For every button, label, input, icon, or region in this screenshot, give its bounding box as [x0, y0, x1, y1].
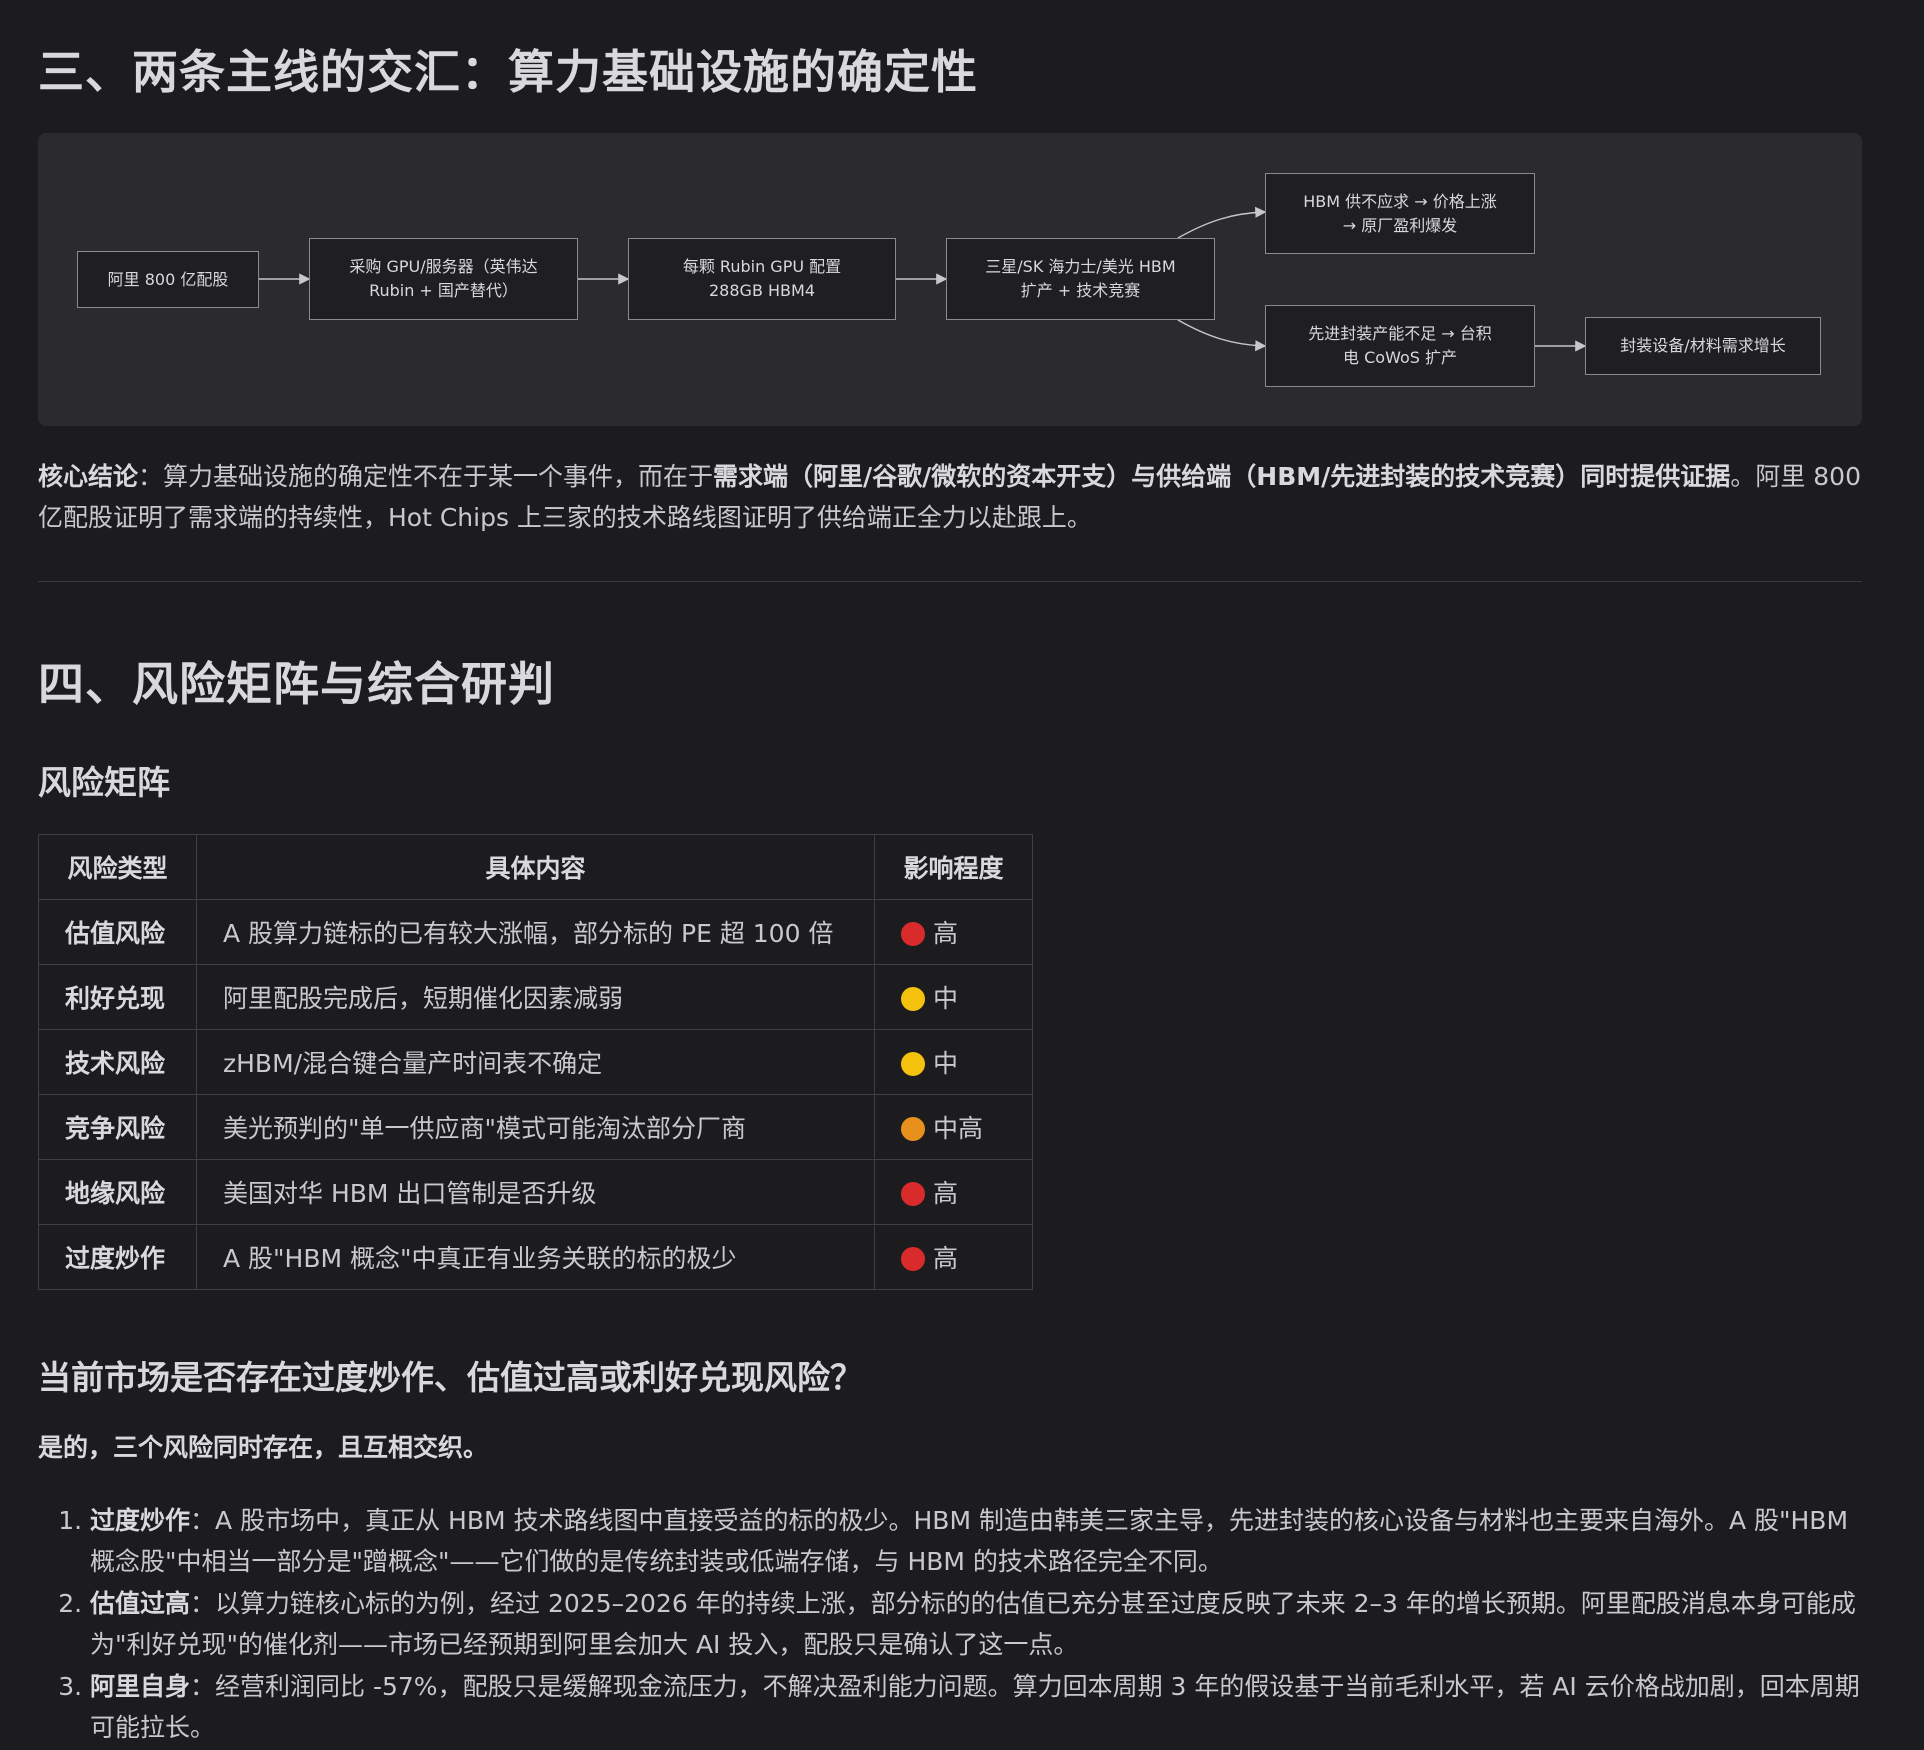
list-item: 估值过高：以算力链核心标的为例，经过 2025–2026 年的持续上涨，部分标的…: [90, 1583, 1862, 1665]
divider: [38, 581, 1862, 582]
point-sep: ：: [190, 1506, 216, 1535]
risk-matrix-title: 风险矩阵: [38, 763, 170, 802]
flow-node-gpu-purchase: 采购 GPU/服务器（英伟达 Rubin + 国产替代）: [309, 238, 578, 320]
impact-dot-icon: [901, 1182, 925, 1206]
impact-level: 中: [933, 1049, 959, 1078]
header-content: 具体内容: [196, 834, 875, 900]
table-row: 技术风险 zHBM/混合键合量产时间表不确定 中: [38, 1029, 1033, 1095]
table-row: 利好兑现 阿里配股完成后，短期催化因素减弱 中: [38, 964, 1033, 1030]
impact-dot-icon: [901, 922, 925, 946]
point-label: 过度炒作: [90, 1506, 191, 1535]
risk-impact-cell: 高: [874, 1159, 1033, 1225]
impact-level: 中: [933, 984, 959, 1013]
impact-dot-icon: [901, 1247, 925, 1271]
core-conclusion-bold: 需求端（阿里/谷歌/微软的资本开支）与供给端（HBM/先进封装的技术竞赛）同时提…: [713, 462, 1731, 491]
table-row: 地缘风险 美国对华 HBM 出口管制是否升级 高: [38, 1159, 1033, 1225]
risk-impact-cell: 高: [874, 1224, 1033, 1290]
header-risk-type: 风险类型: [38, 834, 197, 900]
risk-matrix-table: 风险类型 具体内容 影响程度 估值风险 A 股算力链标的已有较大涨幅，部分标的 P…: [38, 834, 1033, 1290]
risk-type-cell: 竞争风险: [38, 1094, 197, 1160]
risk-content-cell: 美国对华 HBM 出口管制是否升级: [196, 1159, 875, 1225]
answer-text: 是的，三个风险同时存在，且互相交织。: [38, 1433, 489, 1462]
section-4-title: 四、风险矩阵与综合研判: [38, 657, 555, 711]
point-text: 经营利润同比 -57%，配股只是缓解现金流压力，不解决盈利能力问题。算力回本周期…: [90, 1672, 1860, 1742]
risk-content-cell: 阿里配股完成后，短期催化因素减弱: [196, 964, 875, 1030]
flow-node-hbm-expansion: 三星/SK 海力士/美光 HBM 扩产 + 技术竞赛: [946, 238, 1215, 320]
risk-content-cell: 美光预判的"单一供应商"模式可能淘汰部分厂商: [196, 1094, 875, 1160]
point-text: 以算力链核心标的为例，经过 2025–2026 年的持续上涨，部分标的的估值已充…: [90, 1589, 1856, 1659]
risk-impact-cell: 高: [874, 899, 1033, 965]
flow-node-hbm-shortage: HBM 供不应求 → 价格上涨 → 原厂盈利爆发: [1265, 173, 1535, 254]
impact-dot-icon: [901, 1117, 925, 1141]
risk-points-list: 过度炒作：A 股市场中，真正从 HBM 技术路线图中直接受益的标的极少。HBM …: [38, 1500, 1862, 1749]
flow-diagram: 阿里 800 亿配股 采购 GPU/服务器（英伟达 Rubin + 国产替代） …: [38, 133, 1862, 426]
arrow-4: [1177, 206, 1267, 239]
point-sep: ：: [190, 1672, 216, 1701]
impact-level: 中高: [933, 1114, 984, 1143]
risk-type-cell: 利好兑现: [38, 964, 197, 1030]
impact-dot-icon: [901, 987, 925, 1011]
risk-type-cell: 估值风险: [38, 899, 197, 965]
list-item: 阿里自身：经营利润同比 -57%，配股只是缓解现金流压力，不解决盈利能力问题。算…: [90, 1666, 1862, 1748]
impact-level: 高: [933, 919, 959, 948]
section-3-title: 三、两条主线的交汇：算力基础设施的确定性: [38, 45, 978, 99]
question-title: 当前市场是否存在过度炒作、估值过高或利好兑现风险？: [38, 1358, 863, 1397]
core-conclusion-sep: ：: [138, 462, 164, 491]
core-conclusion-text-1: 算力基础设施的确定性不在于某一个事件，而在于: [163, 462, 714, 491]
core-conclusion-label: 核心结论: [38, 462, 139, 491]
risk-content-cell: zHBM/混合键合量产时间表不确定: [196, 1029, 875, 1095]
risk-content-cell: A 股算力链标的已有较大涨幅，部分标的 PE 超 100 倍: [196, 899, 875, 965]
table-row: 过度炒作 A 股"HBM 概念"中真正有业务关联的标的极少 高: [38, 1224, 1033, 1290]
point-label: 阿里自身: [90, 1672, 191, 1701]
risk-type-cell: 地缘风险: [38, 1159, 197, 1225]
risk-type-cell: 技术风险: [38, 1029, 197, 1095]
flow-node-rubin-hbm4: 每颗 Rubin GPU 配置 288GB HBM4: [628, 238, 896, 320]
risk-impact-cell: 中: [874, 964, 1033, 1030]
flow-node-packaging-equipment: 封装设备/材料需求增长: [1585, 317, 1821, 375]
table-row: 估值风险 A 股算力链标的已有较大涨幅，部分标的 PE 超 100 倍 高: [38, 899, 1033, 965]
point-label: 估值过高: [90, 1589, 191, 1618]
risk-impact-cell: 中高: [874, 1094, 1033, 1160]
risk-content-cell: A 股"HBM 概念"中真正有业务关联的标的极少: [196, 1224, 875, 1290]
impact-level: 高: [933, 1179, 959, 1208]
header-impact: 影响程度: [874, 834, 1033, 900]
table-row: 竞争风险 美光预判的"单一供应商"模式可能淘汰部分厂商 中高: [38, 1094, 1033, 1160]
flow-node-alibaba-placement: 阿里 800 亿配股: [77, 251, 259, 308]
core-conclusion: 核心结论：算力基础设施的确定性不在于某一个事件，而在于需求端（阿里/谷歌/微软的…: [38, 456, 1862, 538]
table-header-row: 风险类型 具体内容 影响程度: [38, 834, 1033, 900]
list-item: 过度炒作：A 股市场中，真正从 HBM 技术路线图中直接受益的标的极少。HBM …: [90, 1500, 1862, 1582]
risk-type-cell: 过度炒作: [38, 1224, 197, 1290]
flow-node-cowos: 先进封装产能不足 → 台积 电 CoWoS 扩产: [1265, 305, 1535, 387]
impact-level: 高: [933, 1244, 959, 1273]
point-text: A 股市场中，真正从 HBM 技术路线图中直接受益的标的极少。HBM 制造由韩美…: [90, 1506, 1849, 1576]
arrow-5: [1177, 319, 1267, 352]
risk-impact-cell: 中: [874, 1029, 1033, 1095]
point-sep: ：: [190, 1589, 216, 1618]
impact-dot-icon: [901, 1052, 925, 1076]
